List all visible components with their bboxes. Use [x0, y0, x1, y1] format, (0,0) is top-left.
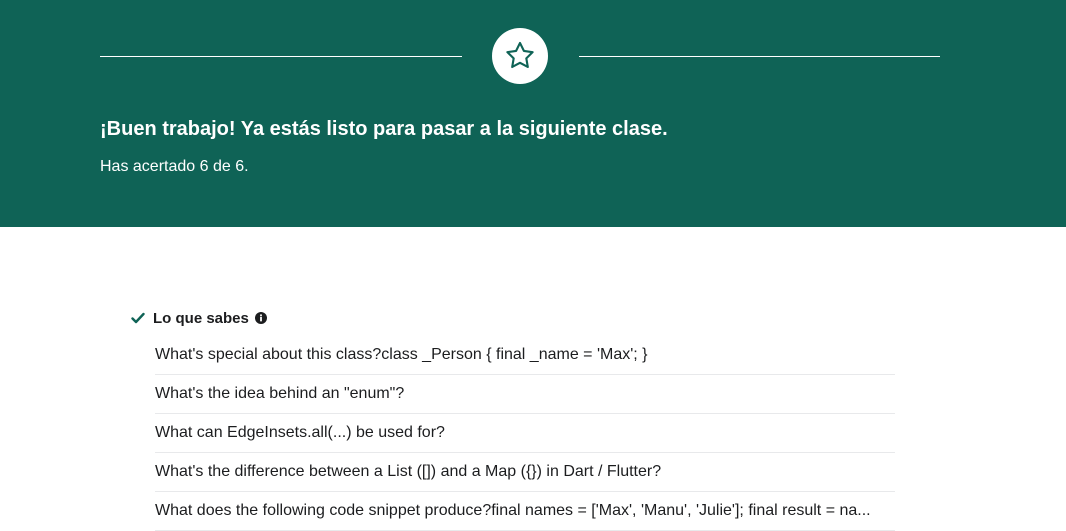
question-text: What's the difference between a List ([]…: [155, 463, 662, 480]
question-item: What does the following code snippet pro…: [155, 492, 895, 531]
star-icon: [506, 41, 534, 69]
question-item: What's the difference between a List ([]…: [155, 453, 895, 492]
divider-right: [579, 56, 940, 57]
result-headline: ¡Buen trabajo! Ya estás listo para pasar…: [100, 118, 668, 140]
question-item: What's special about this class?class _P…: [155, 336, 895, 375]
info-icon[interactable]: [254, 312, 267, 324]
question-text: What can EdgeInsets.all(...) be used for…: [155, 424, 445, 441]
question-text: What does the following code snippet pro…: [155, 502, 871, 519]
section-title: Lo que sabes: [153, 309, 249, 327]
question-item: What's the idea behind an "enum"?: [155, 375, 895, 414]
question-item: What can EdgeInsets.all(...) be used for…: [155, 414, 895, 453]
question-text: What's special about this class?class _P…: [155, 346, 648, 363]
question-text: What's the idea behind an "enum"?: [155, 385, 405, 402]
check-icon: [131, 311, 145, 325]
result-banner: ¡Buen trabajo! Ya estás listo para pasar…: [0, 0, 1066, 227]
knowledge-section-header: Lo que sabes: [131, 308, 267, 328]
star-badge: [492, 28, 548, 84]
score-text: Has acertado 6 de 6.: [100, 158, 249, 175]
question-list: What's special about this class?class _P…: [155, 336, 895, 531]
divider-left: [100, 56, 462, 57]
